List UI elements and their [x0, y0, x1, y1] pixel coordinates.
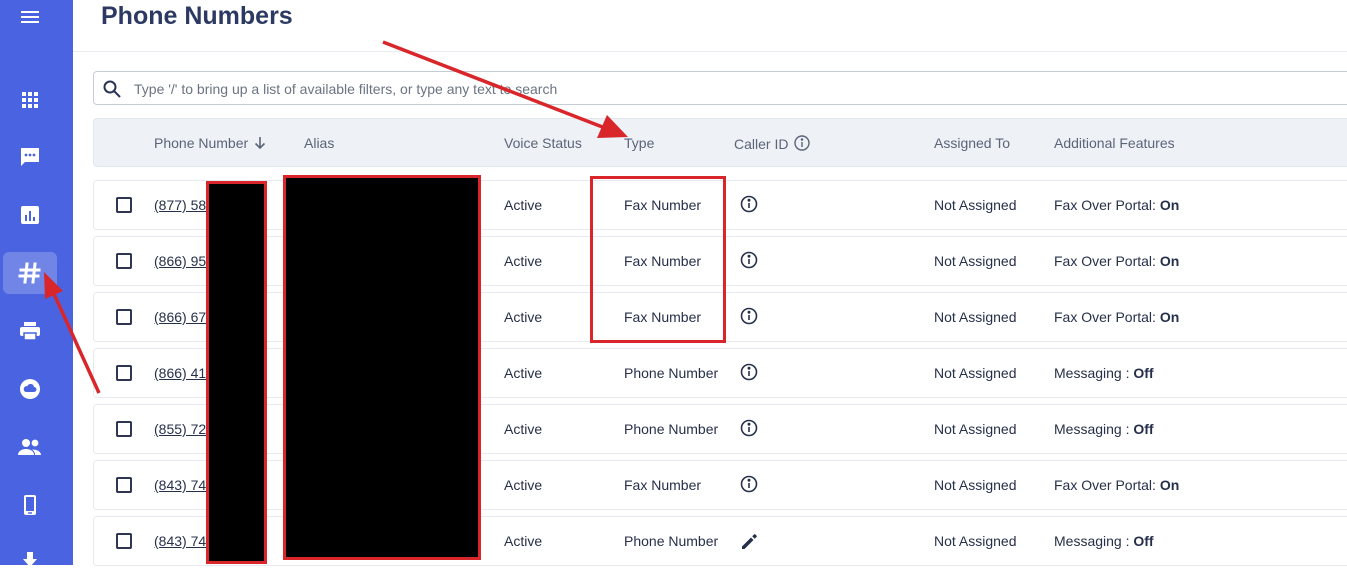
feature-value: Off: [1133, 533, 1154, 549]
additional-features: Messaging : Off: [1054, 533, 1154, 549]
row-checkbox[interactable]: [116, 477, 132, 493]
table-row[interactable]: (855) 72 Active Phone Number Not Assigne…: [93, 404, 1347, 454]
feature-label: Messaging :: [1054, 533, 1130, 549]
assigned-to: Not Assigned: [934, 365, 1017, 381]
bar-chart-icon[interactable]: [3, 194, 57, 236]
phone-number-link[interactable]: (855) 72: [154, 421, 206, 437]
phone-number-link[interactable]: (843) 74: [154, 533, 206, 549]
search-icon: [103, 80, 121, 103]
feature-label: Fax Over Portal:: [1054, 197, 1156, 213]
hash-icon[interactable]: [3, 252, 57, 294]
feature-label: Messaging :: [1054, 421, 1130, 437]
annotation-highlight-box: [590, 176, 726, 343]
sidebar: [0, 0, 73, 567]
menu-icon[interactable]: [3, 0, 57, 38]
row-checkbox[interactable]: [116, 365, 132, 381]
additional-features: Fax Over Portal: On: [1054, 309, 1179, 325]
info-icon[interactable]: [740, 251, 758, 274]
column-header-label: Phone Number: [154, 135, 249, 151]
number-type: Fax Number: [624, 477, 702, 493]
voice-status: Active: [504, 309, 543, 325]
column-header-additional-features[interactable]: Additional Features: [1054, 135, 1175, 151]
info-icon[interactable]: [740, 307, 758, 330]
header-divider: [73, 51, 1347, 52]
pencil-icon[interactable]: [740, 531, 760, 556]
number-type: Phone Number: [624, 421, 719, 437]
column-header-alias[interactable]: Alias: [304, 135, 334, 151]
info-icon[interactable]: [740, 195, 758, 218]
phone-number-link[interactable]: (866) 95: [154, 253, 206, 269]
feature-label: Fax Over Portal:: [1054, 253, 1156, 269]
feature-value: On: [1159, 197, 1180, 213]
printer-icon[interactable]: [3, 310, 57, 352]
additional-features: Messaging : Off: [1054, 365, 1154, 381]
feature-value: Off: [1133, 421, 1154, 437]
feature-label: Fax Over Portal:: [1054, 309, 1156, 325]
table-header: Phone Number Alias Voice Status Type Cal…: [93, 118, 1347, 167]
feature-value: On: [1159, 253, 1180, 269]
assigned-to: Not Assigned: [934, 421, 1017, 437]
feature-value: On: [1159, 309, 1180, 325]
number-type: Phone Number: [624, 533, 719, 549]
assigned-to: Not Assigned: [934, 533, 1017, 549]
page-title: Phone Numbers: [101, 2, 293, 30]
mobile-icon[interactable]: [3, 484, 57, 526]
arrow-down-icon[interactable]: [254, 136, 266, 153]
voice-status: Active: [504, 253, 543, 269]
info-icon[interactable]: [740, 419, 758, 442]
info-icon[interactable]: [794, 135, 811, 154]
redaction-block-alias: [283, 175, 481, 560]
info-icon[interactable]: [740, 363, 758, 386]
table-row[interactable]: (843) 74 Active Fax Number Not Assigned …: [93, 460, 1347, 510]
cloud-icon[interactable]: [3, 368, 57, 410]
row-checkbox[interactable]: [116, 309, 132, 325]
feature-label: Fax Over Portal:: [1054, 477, 1156, 493]
row-checkbox[interactable]: [116, 253, 132, 269]
phone-number-link[interactable]: (866) 41: [154, 365, 206, 381]
phone-number-link[interactable]: (866) 67: [154, 309, 206, 325]
info-icon[interactable]: [740, 475, 758, 498]
assigned-to: Not Assigned: [934, 253, 1017, 269]
redaction-block-phone: [206, 181, 267, 564]
voice-status: Active: [504, 365, 543, 381]
row-checkbox[interactable]: [116, 421, 132, 437]
voice-status: Active: [504, 421, 543, 437]
search-input[interactable]: [132, 76, 1336, 102]
column-header-label: Caller ID: [734, 136, 789, 152]
additional-features: Fax Over Portal: On: [1054, 197, 1179, 213]
column-header-type[interactable]: Type: [624, 135, 654, 151]
users-icon[interactable]: [3, 426, 57, 468]
assigned-to: Not Assigned: [934, 309, 1017, 325]
voice-status: Active: [504, 197, 543, 213]
additional-features: Fax Over Portal: On: [1054, 477, 1179, 493]
voice-status: Active: [504, 477, 543, 493]
number-type: Phone Number: [624, 365, 719, 381]
phone-number-link[interactable]: (877) 58: [154, 197, 206, 213]
table-row[interactable]: (843) 74 Active Phone Number Not Assigne…: [93, 516, 1347, 566]
phone-number-link[interactable]: (843) 74: [154, 477, 206, 493]
column-header-voice-status[interactable]: Voice Status: [504, 135, 582, 151]
feature-value: Off: [1133, 365, 1154, 381]
feature-label: Messaging :: [1054, 365, 1130, 381]
chat-icon[interactable]: [3, 136, 57, 178]
row-checkbox[interactable]: [116, 197, 132, 213]
download-icon[interactable]: [3, 540, 57, 582]
apps-grid-icon[interactable]: [3, 79, 57, 121]
assigned-to: Not Assigned: [934, 197, 1017, 213]
column-header-assigned-to[interactable]: Assigned To: [934, 135, 1010, 151]
feature-value: On: [1159, 477, 1180, 493]
search-bar: [93, 71, 1347, 105]
voice-status: Active: [504, 533, 543, 549]
additional-features: Messaging : Off: [1054, 421, 1154, 437]
column-header-caller-id[interactable]: Caller ID: [734, 135, 811, 154]
table-row[interactable]: (866) 41 Active Phone Number Not Assigne…: [93, 348, 1347, 398]
column-header-phone-number[interactable]: Phone Number: [154, 135, 266, 153]
row-checkbox[interactable]: [116, 533, 132, 549]
assigned-to: Not Assigned: [934, 477, 1017, 493]
additional-features: Fax Over Portal: On: [1054, 253, 1179, 269]
